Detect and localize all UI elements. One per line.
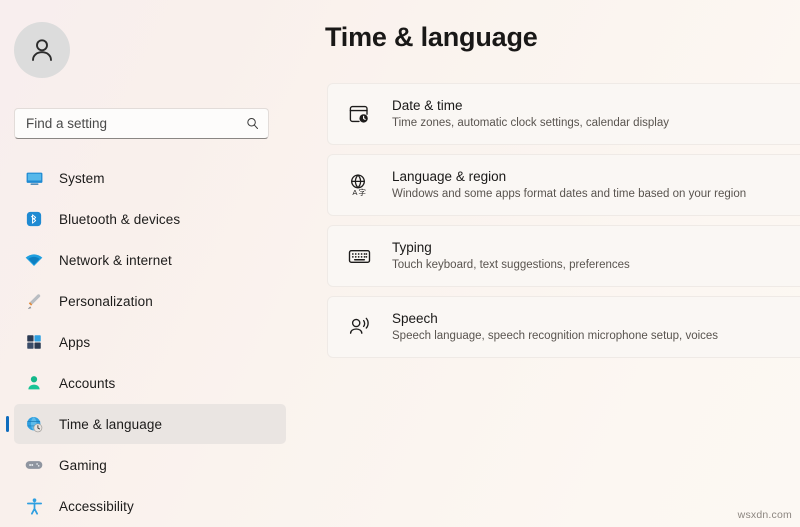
sidebar-item-label: Accounts [59,375,116,391]
avatar[interactable] [14,22,70,78]
sidebar: System Bluetooth & devices [0,0,300,527]
main-content: Time & language Date & time Time zones, … [300,0,800,527]
svg-text:字: 字 [358,187,366,197]
settings-card-date-time[interactable]: Date & time Time zones, automatic clock … [327,83,800,145]
speech-person-icon [346,314,372,340]
sidebar-item-bluetooth-devices[interactable]: Bluetooth & devices [14,199,286,239]
sidebar-item-time-language[interactable]: Time & language [6,404,286,444]
wifi-icon [24,250,44,270]
watermark: wsxdn.com [737,509,792,521]
sidebar-item-label: Time & language [59,416,163,432]
selection-accent-bar [6,416,9,432]
sidebar-item-label: Personalization [59,293,153,309]
accessibility-icon [24,496,44,516]
sidebar-item-label: System [59,170,105,186]
sidebar-item-apps[interactable]: Apps [14,322,286,362]
globe-language-icon: A 字 [346,172,372,198]
sidebar-item-label: Apps [59,334,91,350]
apps-grid-icon [24,332,44,352]
sidebar-item-label: Accessibility [59,498,134,514]
calendar-clock-icon [346,101,372,127]
sidebar-item-system[interactable]: System [14,158,286,198]
card-subtitle: Time zones, automatic clock settings, ca… [392,116,669,129]
search-bar[interactable] [14,108,269,139]
sidebar-item-label: Gaming [59,457,107,473]
card-subtitle: Touch keyboard, text suggestions, prefer… [392,258,630,271]
sidebar-nav: System Bluetooth & devices Network & int… [0,158,300,527]
monitor-icon [24,168,44,188]
sidebar-item-label: Bluetooth & devices [59,211,181,227]
sidebar-item-personalization[interactable]: Personalization [14,281,286,321]
globe-clock-icon [24,414,44,434]
gamepad-icon [24,455,44,475]
person-icon [24,373,44,393]
sidebar-item-accessibility[interactable]: Accessibility [14,486,286,526]
card-subtitle: Windows and some apps format dates and t… [392,187,747,200]
card-subtitle: Speech language, speech recognition micr… [392,329,719,342]
card-title: Language & region [392,168,507,184]
settings-card-language-region[interactable]: A 字 Language & region Windows and some a… [327,154,800,216]
card-title: Date & time [392,97,463,113]
sidebar-item-accounts[interactable]: Accounts [14,363,286,403]
search-input[interactable] [26,116,241,131]
settings-card-list: Date & time Time zones, automatic clock … [327,83,800,367]
keyboard-icon [346,243,372,269]
sidebar-item-label: Network & internet [59,252,172,268]
settings-window: System Bluetooth & devices [0,0,800,527]
settings-card-speech[interactable]: Speech Speech language, speech recogniti… [327,296,800,358]
search-icon[interactable] [245,116,260,131]
sidebar-item-network-internet[interactable]: Network & internet [14,240,286,280]
page-title: Time & language [325,22,538,52]
person-avatar-icon [14,22,70,78]
paintbrush-icon [24,291,44,311]
bluetooth-icon [24,209,44,229]
card-title: Speech [392,310,438,326]
sidebar-item-gaming[interactable]: Gaming [14,445,286,485]
card-title: Typing [392,239,432,255]
settings-card-typing[interactable]: Typing Touch keyboard, text suggestions,… [327,225,800,287]
